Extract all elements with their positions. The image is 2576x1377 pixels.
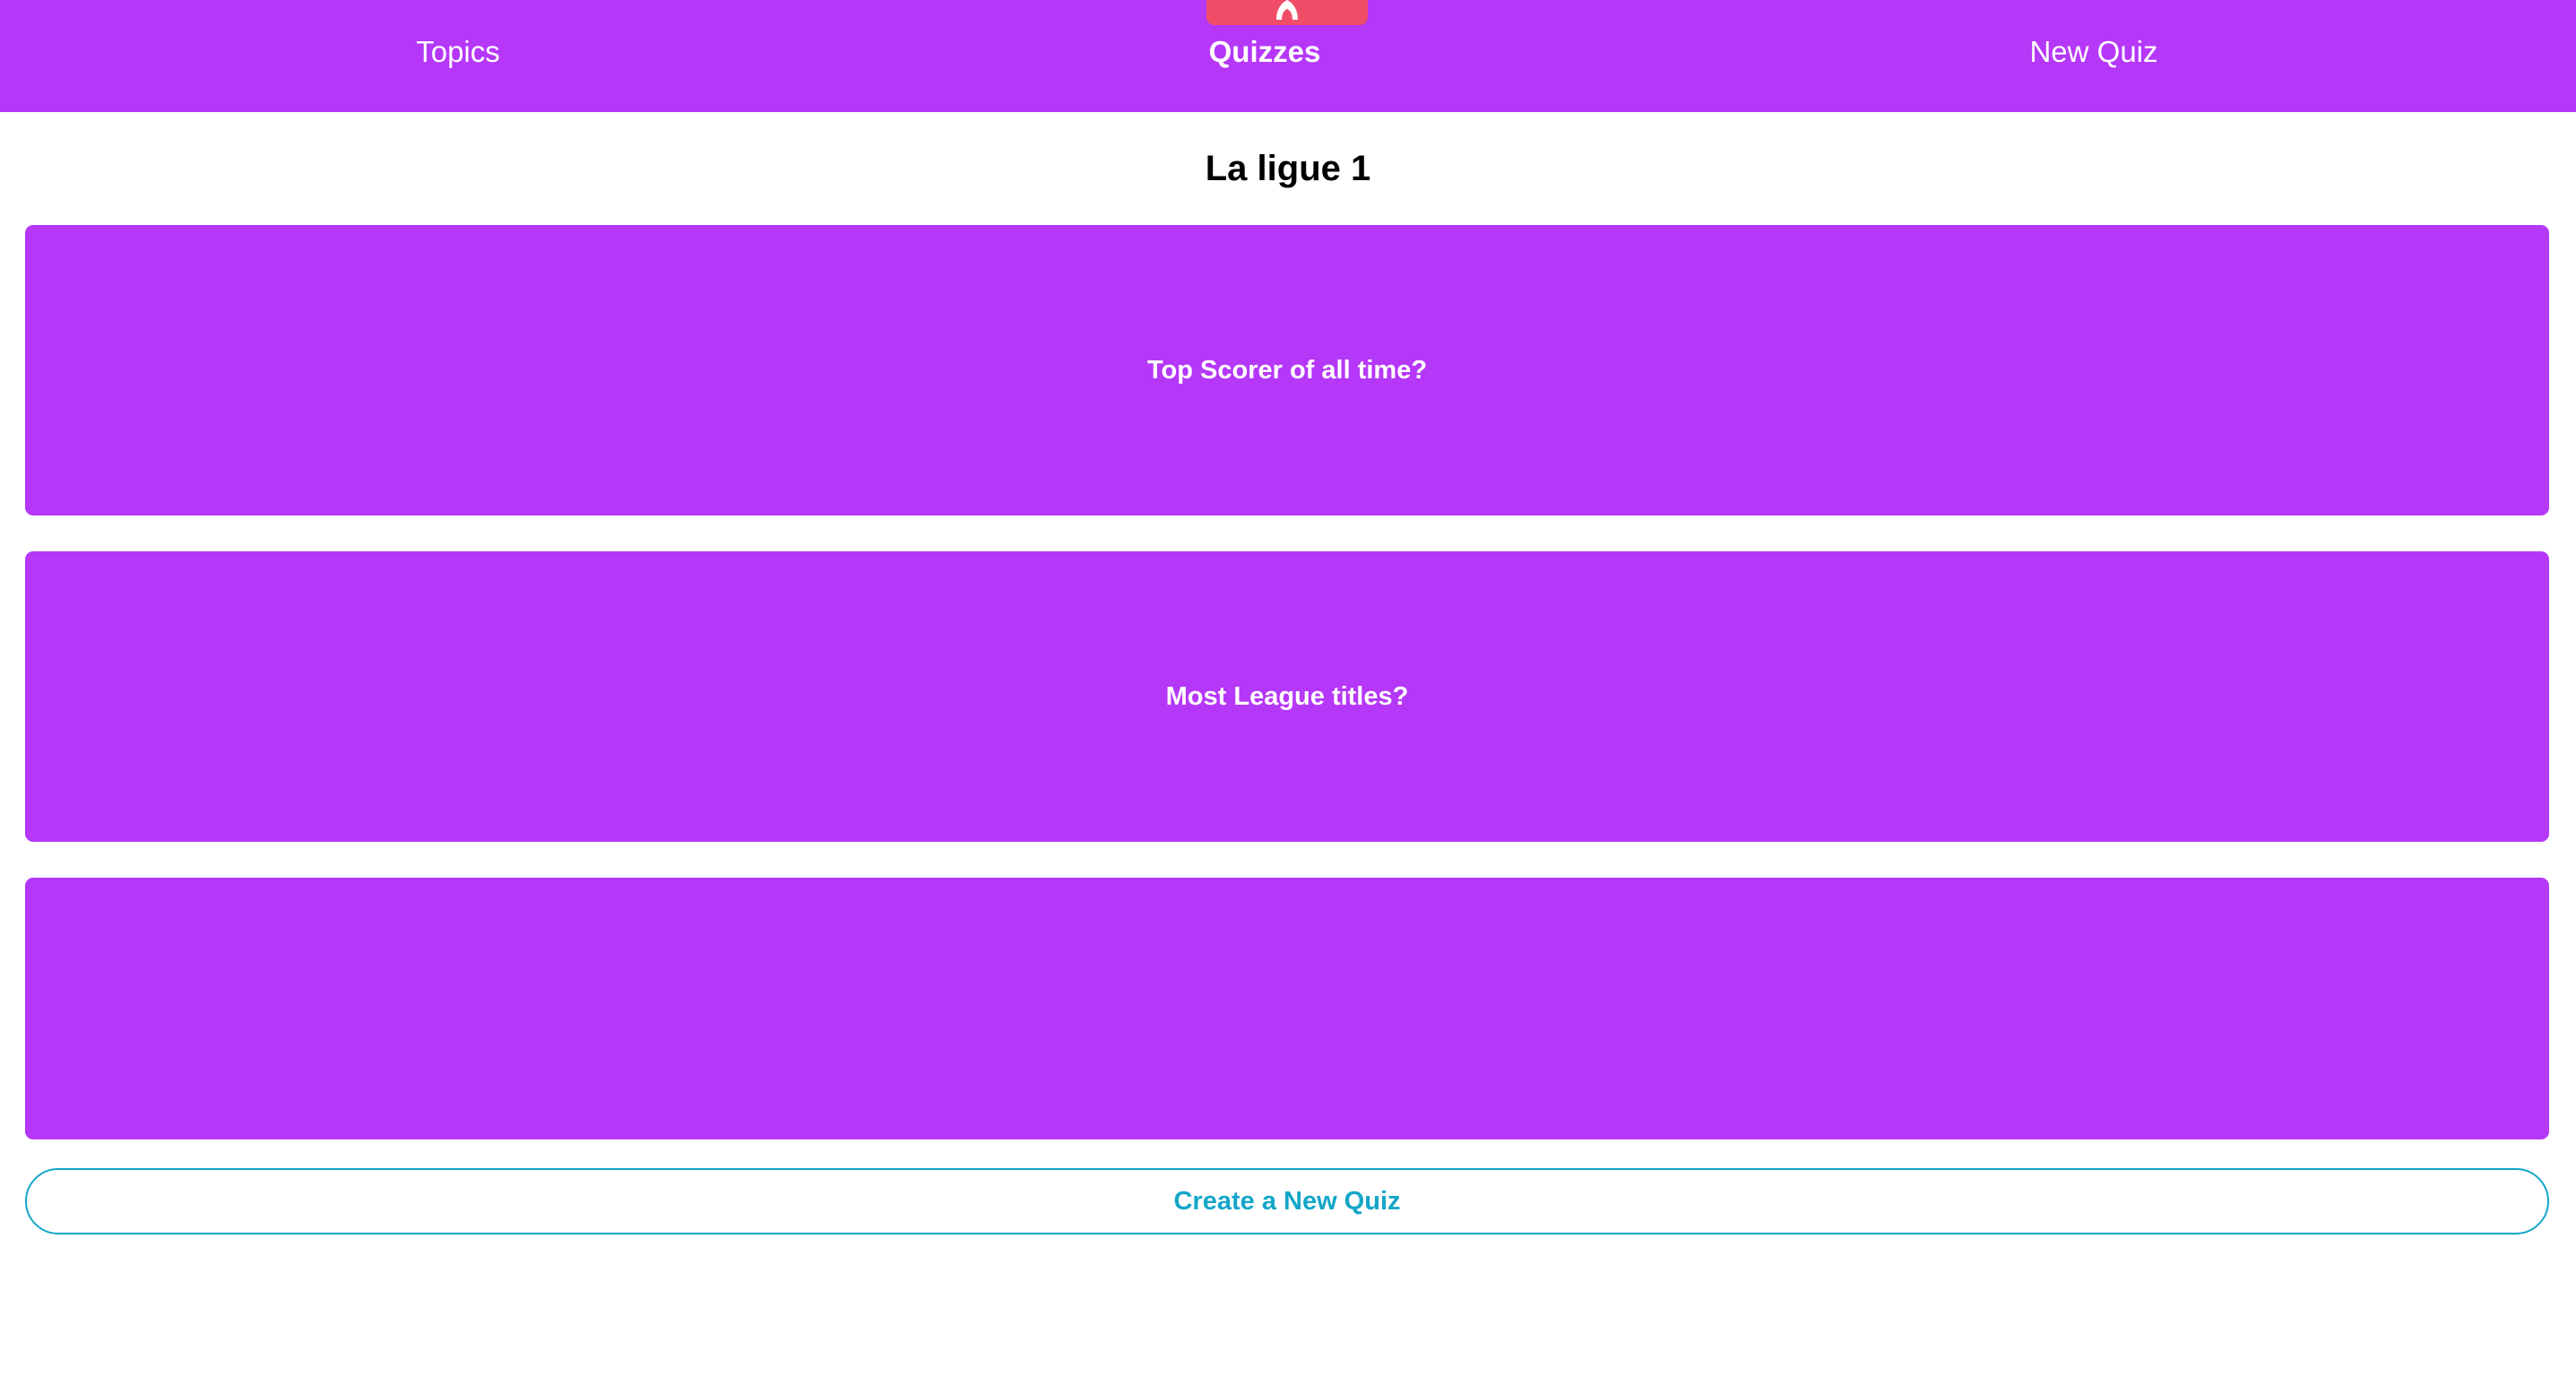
page-title: La ligue 1 [1205,149,1371,188]
quiz-card[interactable]: Most League titles? [25,551,2549,842]
quiz-card[interactable]: Top Scorer of all time? [25,225,2549,515]
quiz-card[interactable] [25,878,2549,1139]
app-logo[interactable] [1206,0,1368,25]
flame-icon [1276,0,1298,20]
nav-link-new-quiz[interactable]: New Quiz [1915,29,2273,75]
nav-link-topics[interactable]: Topics [279,29,637,75]
create-new-quiz-button[interactable]: Create a New Quiz [25,1168,2549,1234]
top-navbar: Topics Quizzes New Quiz [0,0,2576,112]
nav-link-quizzes[interactable]: Quizzes [1085,29,1444,75]
quiz-card-title: Most League titles? [1165,681,1409,711]
quiz-card-title: Top Scorer of all time? [1146,355,1428,385]
